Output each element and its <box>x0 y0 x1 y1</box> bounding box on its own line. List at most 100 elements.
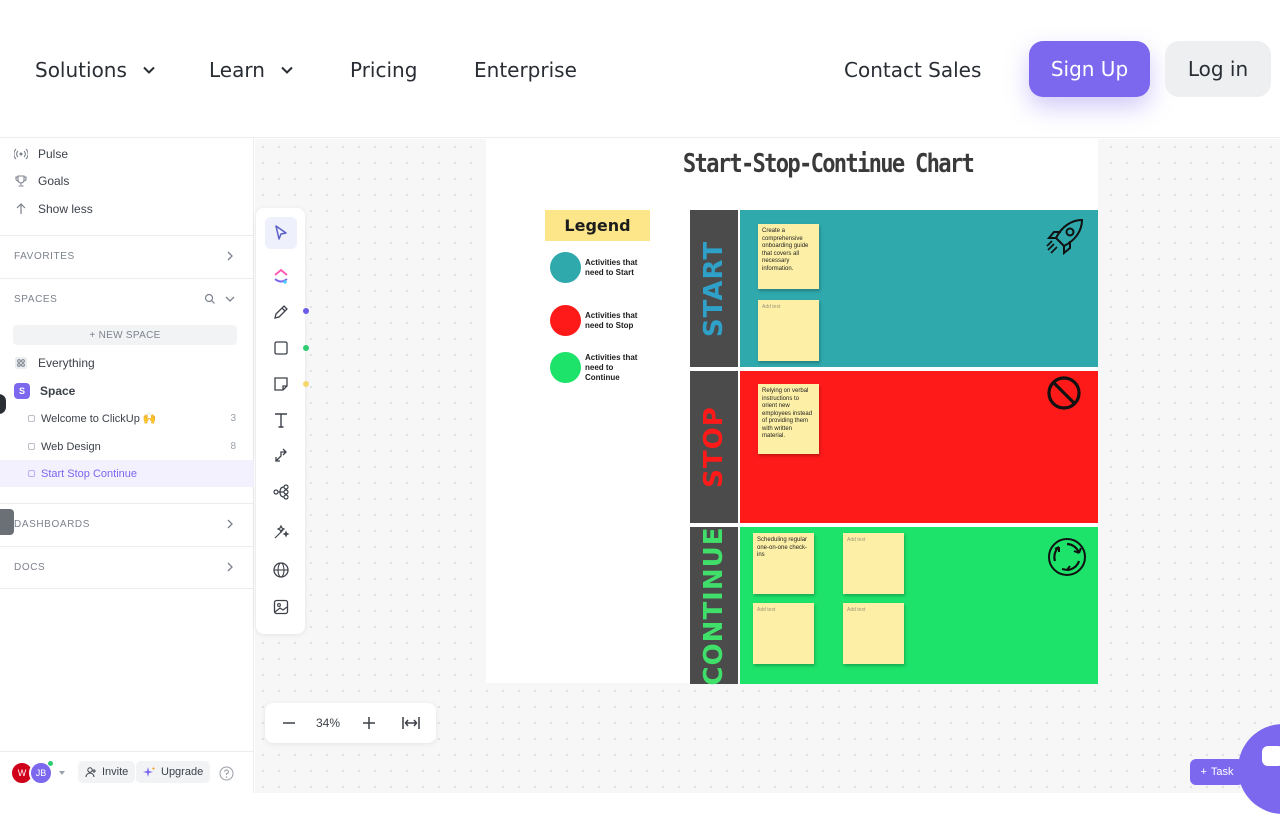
row-label-start: START <box>690 210 738 367</box>
image-icon <box>273 599 289 615</box>
cycle-icon <box>1048 538 1086 576</box>
start-stop-continue-board[interactable]: Start-Stop-Continue Chart Legend Activit… <box>486 139 1098 685</box>
sticky-note[interactable]: Create a comprehensive onboarding guide … <box>758 224 819 289</box>
ai-magic-tool[interactable] <box>265 516 297 548</box>
list-item[interactable]: Welcome to ClickUp 🙌 3 <box>0 405 254 432</box>
add-user-icon <box>85 767 96 778</box>
select-tool[interactable] <box>265 217 297 249</box>
text-icon <box>275 413 287 428</box>
legend-title: Legend <box>545 210 650 241</box>
text-tool[interactable] <box>265 404 297 436</box>
list-item-label: Welcome to ClickUp 🙌 <box>41 413 157 425</box>
arrow-up-icon <box>16 203 26 214</box>
mind-map-tool[interactable] <box>265 476 297 508</box>
image-tool[interactable] <box>265 591 297 623</box>
log-in-button[interactable]: Log in <box>1165 41 1271 97</box>
cursor-icon <box>275 225 287 240</box>
globe-icon <box>273 562 289 578</box>
sticky-note[interactable]: Add text <box>843 603 904 664</box>
sidebar-item-label: Show less <box>38 202 93 216</box>
row-body-stop[interactable]: Relying on verbal instructions to orient… <box>740 371 1098 523</box>
zoom-in-icon[interactable] <box>362 716 376 730</box>
sticky-note-tool[interactable] <box>265 368 297 400</box>
legend-item-continue: Activities that need to Continue <box>550 352 649 383</box>
grid-icon <box>15 357 27 369</box>
fit-to-screen-icon[interactable] <box>402 715 420 731</box>
embed-tool[interactable] <box>265 554 297 586</box>
contact-sales-label: Contact Sales <box>844 58 982 82</box>
board-title: Start-Stop-Continue Chart <box>682 149 975 179</box>
nav-learn-label: Learn <box>209 58 265 82</box>
sticky-note[interactable]: Relying on verbal instructions to orient… <box>758 384 819 454</box>
search-icon[interactable] <box>204 293 216 305</box>
sticky-note[interactable]: Scheduling regular one-on-one check-ins <box>753 533 814 594</box>
favorites-section[interactable]: FAVORITES <box>0 235 254 278</box>
invite-button[interactable]: Invite <box>78 761 136 783</box>
spaces-title: SPACES <box>14 294 58 305</box>
nav-solutions-label: Solutions <box>35 58 127 82</box>
sidebar-item-goals[interactable]: Goals <box>14 174 69 188</box>
new-space-button[interactable]: + NEW SPACE <box>13 325 237 345</box>
prohibited-icon <box>1047 376 1081 410</box>
trophy-icon <box>15 175 27 187</box>
rocket-icon <box>1046 218 1084 256</box>
list-item-count: 8 <box>230 441 236 452</box>
shape-color-indicator <box>303 345 309 351</box>
sidebar-item-label: Pulse <box>38 147 69 161</box>
sidebar-item-space[interactable]: S Space <box>14 383 75 399</box>
spaces-section: SPACES <box>0 278 254 321</box>
pen-icon <box>274 305 288 319</box>
legend-color-swatch <box>550 352 581 383</box>
clickup-logo-icon <box>274 268 288 284</box>
list-item-label: Web Design <box>41 440 101 453</box>
mind-map-icon <box>273 484 289 500</box>
task-button[interactable]: + Task <box>1190 759 1244 785</box>
legend-item-label: Activities that need to Continue <box>585 352 638 382</box>
square-icon <box>274 341 288 355</box>
connector-tool[interactable] <box>265 440 297 472</box>
dashboards-section[interactable]: DASHBOARDS <box>0 503 254 546</box>
sticky-color-indicator <box>303 381 309 387</box>
sidebar-item-show-less[interactable]: Show less <box>14 202 93 216</box>
docs-section[interactable]: DOCS <box>0 546 254 589</box>
favorites-title: FAVORITES <box>14 251 75 262</box>
pen-tool[interactable] <box>265 296 297 328</box>
chevron-down-icon[interactable] <box>224 293 236 305</box>
row-body-start[interactable]: Create a comprehensive onboarding guide … <box>740 210 1098 367</box>
row-label-text: STOP <box>699 406 729 488</box>
sidebar-item-pulse[interactable]: Pulse <box>14 147 68 161</box>
ai-tool[interactable] <box>265 260 297 292</box>
chat-icon <box>1262 746 1280 766</box>
resize-handle[interactable] <box>0 509 14 535</box>
nav-enterprise[interactable]: Enterprise <box>474 58 577 82</box>
sign-up-button[interactable]: Sign Up <box>1029 41 1150 97</box>
row-body-continue[interactable]: Scheduling regular one-on-one check-ins … <box>740 527 1098 684</box>
sidebar: Pulse Goals Show less FAVORITES SPACES +… <box>0 139 254 793</box>
shape-tool[interactable] <box>265 332 297 364</box>
magic-wand-icon <box>274 524 290 539</box>
list-item[interactable]: Start Stop Continue <box>0 460 254 487</box>
legend-item-label: Activities that need to Stop <box>585 310 638 330</box>
sticky-note[interactable]: Add text <box>753 603 814 664</box>
nav-pricing-label: Pricing <box>350 58 418 82</box>
help-icon[interactable] <box>219 766 234 781</box>
zoom-out-icon[interactable] <box>282 716 296 730</box>
sidebar-item-everything[interactable]: Everything <box>14 356 95 370</box>
upgrade-button[interactable]: Upgrade <box>136 761 211 783</box>
nav-pricing[interactable]: Pricing <box>350 58 417 82</box>
sidebar-item-label: Space <box>40 384 76 398</box>
plus-icon: + <box>1200 766 1207 778</box>
list-item-count: 3 <box>230 413 236 424</box>
chevron-down-icon[interactable] <box>58 769 66 777</box>
chevron-right-icon <box>227 562 233 572</box>
pulse-icon <box>14 148 28 160</box>
nav-contact-sales[interactable]: Contact Sales <box>844 58 981 82</box>
nav-solutions[interactable]: Solutions <box>35 58 157 82</box>
legend-color-swatch <box>550 252 581 283</box>
list-item[interactable]: Web Design 8 <box>0 433 254 460</box>
legend-item-start: Activities that need to Start <box>550 252 649 283</box>
sticky-note[interactable]: Add text <box>758 300 819 361</box>
nav-learn[interactable]: Learn <box>209 58 295 82</box>
sticky-note[interactable]: Add text <box>843 533 904 594</box>
whiteboard-toolbar <box>256 208 305 634</box>
